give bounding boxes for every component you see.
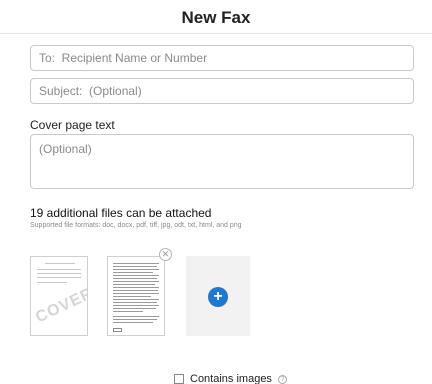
text-line xyxy=(113,293,159,294)
add-attachment-button[interactable]: + xyxy=(186,256,250,336)
header-divider xyxy=(0,33,432,34)
text-line xyxy=(113,296,151,297)
thumbnail-line xyxy=(37,273,81,274)
contains-images-row: Contains images ? xyxy=(174,373,287,384)
text-line xyxy=(113,266,157,267)
text-line xyxy=(113,316,159,317)
thumbnail-line xyxy=(45,263,75,264)
supported-formats-text: Supported file formats: doc, docx, pdf, … xyxy=(30,222,242,229)
text-line xyxy=(113,319,157,320)
cover-page-label: Cover page text xyxy=(30,118,115,132)
text-line xyxy=(113,290,158,291)
text-line xyxy=(113,281,159,282)
page-tag xyxy=(113,328,122,332)
thumbnail-line xyxy=(37,282,67,283)
thumbnail-line xyxy=(37,277,81,278)
text-line xyxy=(113,284,155,285)
text-line xyxy=(113,302,157,303)
remove-attachment-button[interactable]: ✕ xyxy=(159,248,172,261)
cover-page-textarea[interactable] xyxy=(30,134,414,189)
thumbnail-line xyxy=(37,269,81,270)
plus-icon: + xyxy=(208,287,228,307)
text-line xyxy=(113,263,159,264)
text-line xyxy=(113,287,159,288)
subject-input[interactable] xyxy=(30,78,414,104)
document-thumbnail[interactable] xyxy=(107,256,165,336)
text-line xyxy=(113,308,156,309)
text-line xyxy=(113,275,159,276)
text-line xyxy=(113,278,157,279)
attachments-heading: 19 additional files can be attached xyxy=(30,206,212,220)
text-line xyxy=(113,269,159,270)
text-line xyxy=(113,299,159,300)
contains-images-label: Contains images xyxy=(190,373,272,384)
recipient-input[interactable] xyxy=(30,45,414,71)
cover-page-thumbnail[interactable]: COVER xyxy=(30,256,88,336)
cover-watermark: COVER xyxy=(33,284,88,327)
text-line xyxy=(113,305,159,306)
question-icon[interactable]: ? xyxy=(277,374,287,384)
close-icon: ✕ xyxy=(161,249,170,259)
text-line xyxy=(113,272,153,273)
contains-images-checkbox[interactable] xyxy=(174,374,184,384)
text-line xyxy=(113,322,153,323)
text-line xyxy=(113,311,143,312)
page-title: New Fax xyxy=(181,8,251,27)
